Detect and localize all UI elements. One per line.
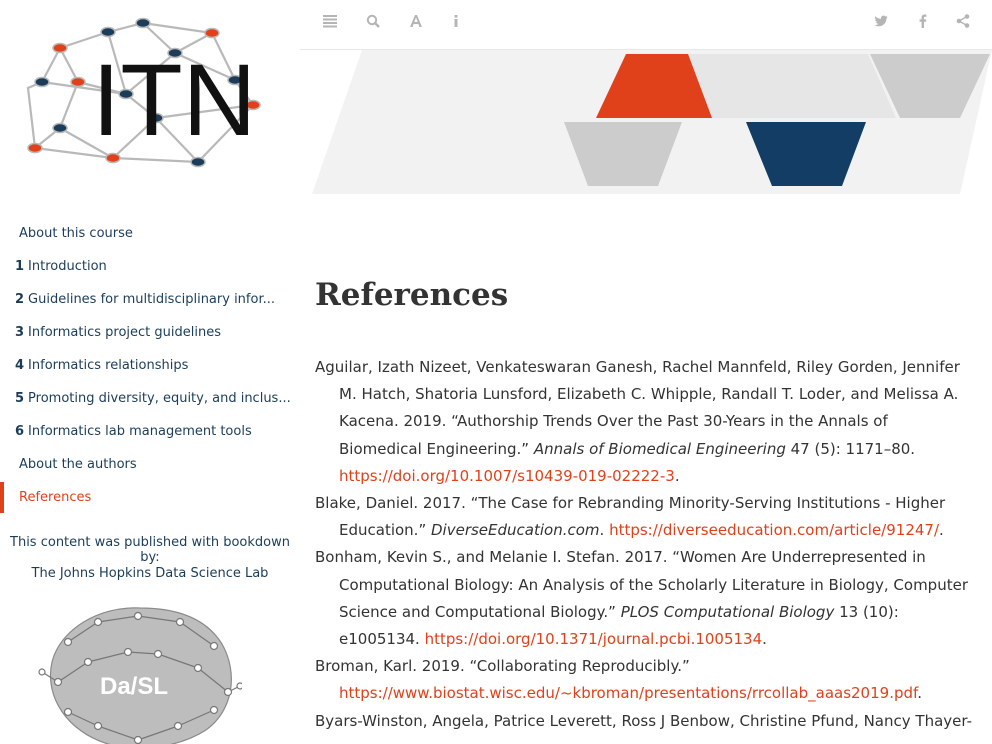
main-content: References Aguilar, Izath Nizeet, Venkat…: [315, 276, 975, 730]
toc-item-introduction[interactable]: 1 Introduction: [0, 250, 300, 283]
toc-number: 3: [15, 325, 25, 340]
toc-number: 6: [15, 424, 25, 439]
toc-item-diversity[interactable]: 5 Promoting diversity, equity, and inclus…: [0, 382, 300, 415]
reference-list: Aguilar, Izath Nizeet, Venkateswaran Gan…: [315, 354, 975, 735]
reference-journal: PLOS Computational Biology: [620, 602, 835, 621]
toc-number: 4: [15, 358, 25, 373]
toc-item-relationships[interactable]: 4 Informatics relationships: [0, 349, 300, 382]
reference-text: Broman, Karl. 2019. “Collaborating Repro…: [315, 657, 690, 676]
reference-text: Byars-Winston, Angela, Patrice Leverett,…: [315, 711, 972, 730]
dsl-link[interactable]: The Johns Hopkins Data Science Lab: [0, 566, 300, 581]
reference-end: .: [939, 521, 944, 540]
reference-end: .: [762, 630, 767, 649]
logo-text: ITN: [92, 43, 256, 157]
toc-item-guidelines[interactable]: 2 Guidelines for multidisciplinary infor.…: [0, 283, 300, 316]
toc-item-lab-tools[interactable]: 6 Informatics lab management tools: [0, 415, 300, 448]
reference-entry: Bonham, Kevin S., and Melanie I. Stefan.…: [315, 544, 975, 653]
toc-item-project-guidelines[interactable]: 3 Informatics project guidelines: [0, 316, 300, 349]
toc-label: About the authors: [19, 457, 137, 472]
toolbar: [300, 0, 992, 50]
toc-number: 5: [15, 391, 25, 406]
toc-label: Informatics project guidelines: [28, 325, 221, 340]
reference-entry: Broman, Karl. 2019. “Collaborating Repro…: [315, 653, 975, 707]
reference-entry: Aguilar, Izath Nizeet, Venkateswaran Gan…: [315, 354, 975, 490]
reference-details: 47 (5): 1171–80.: [785, 439, 916, 458]
dsl-logo-text: Da/SL: [100, 673, 168, 700]
dsl-logo[interactable]: Da/SL: [38, 602, 242, 744]
toc-label: Informatics lab management tools: [28, 424, 252, 439]
reference-end: .: [917, 684, 922, 703]
toc-number: 1: [15, 259, 25, 274]
reference-link[interactable]: https://diverseeducation.com/article/912…: [609, 521, 939, 539]
toc-number: 2: [15, 292, 25, 307]
font-settings-icon[interactable]: [406, 14, 426, 34]
toc-item-references[interactable]: References: [0, 481, 300, 514]
published-note: This content was published with bookdown…: [10, 535, 290, 565]
page-title: References: [315, 277, 509, 313]
table-of-contents: About this course 1 Introduction 2 Guideli…: [0, 217, 300, 514]
facebook-icon[interactable]: [913, 14, 933, 34]
reference-end: .: [674, 466, 680, 485]
twitter-icon[interactable]: [871, 14, 891, 34]
header-banner: [312, 50, 992, 194]
toc-label: Introduction: [28, 259, 107, 274]
toc-label: Informatics relationships: [28, 358, 189, 373]
share-icon[interactable]: [953, 14, 973, 34]
reference-entry: Blake, Daniel. 2017. “The Case for Rebra…: [315, 490, 975, 544]
toc-item-about-course[interactable]: About this course: [0, 217, 300, 250]
toc-label: Guidelines for multidisciplinary infor..…: [28, 292, 275, 307]
toc-item-authors[interactable]: About the authors: [0, 448, 300, 481]
toc-label: Promoting diversity, equity, and inclus.…: [28, 391, 291, 406]
toc-label: About this course: [19, 226, 133, 241]
reference-journal: Annals of Biomedical Engineering: [533, 439, 786, 458]
reference-journal: DiverseEducation.com: [431, 521, 600, 540]
reference-link[interactable]: https://www.biostat.wisc.edu/~kbroman/pr…: [339, 684, 917, 702]
toc-toggle-icon[interactable]: [320, 14, 340, 34]
toc-label: References: [19, 490, 92, 505]
sidebar: ITN About this course 1 Introduction 2 Gui…: [0, 0, 300, 744]
info-icon[interactable]: [446, 14, 466, 34]
search-icon[interactable]: [363, 14, 383, 34]
reference-link[interactable]: https://doi.org/10.1371/journal.pcbi.100…: [425, 630, 763, 648]
reference-entry: Byars-Winston, Angela, Patrice Leverett,…: [315, 708, 975, 735]
itn-logo[interactable]: ITN: [20, 10, 280, 180]
reference-details: .: [599, 521, 610, 540]
reference-link[interactable]: https://doi.org/10.1007/s10439-019-02222…: [339, 467, 675, 485]
